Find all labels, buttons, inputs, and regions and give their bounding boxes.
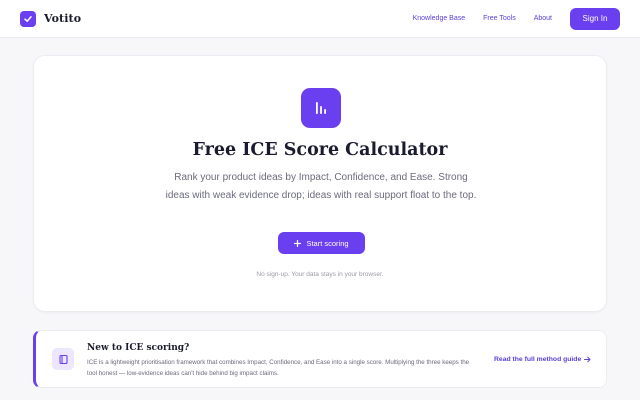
check-icon [20, 10, 36, 27]
nav-link-free-tools[interactable]: Free Tools [483, 15, 516, 22]
info-text: ICE is a lightweight prioritisation fram… [87, 359, 470, 377]
top-navigation-bar: Votito Knowledge Base Free Tools About S… [0, 0, 640, 38]
start-scoring-button[interactable]: Start scoring [278, 232, 365, 254]
method-guide-label: Read the full method guide [494, 356, 582, 363]
hero-description: Rank your product ideas by Impact, Confi… [165, 172, 477, 201]
nav-link-knowledge-base[interactable]: Knowledge Base [413, 15, 466, 22]
start-scoring-label: Start scoring [306, 238, 349, 248]
nav-link-about[interactable]: About [534, 15, 552, 22]
plus-icon [294, 239, 302, 247]
arrow-right-icon [584, 356, 591, 363]
info-banner: New to ICE scoring? ICE is a lightweight… [33, 330, 607, 388]
bar-chart-icon [301, 88, 341, 128]
brand[interactable]: Votito [20, 10, 82, 27]
privacy-note: No sign-up. Your data stays in your brow… [256, 271, 384, 278]
hero-card: Free ICE Score Calculator Rank your prod… [33, 55, 607, 312]
book-icon [52, 348, 74, 370]
main-nav: Knowledge Base Free Tools About Sign In [395, 7, 620, 30]
method-guide-link[interactable]: Read the full method guide [494, 356, 591, 363]
brand-name: Votito [44, 12, 82, 25]
sign-in-button[interactable]: Sign In [570, 7, 620, 30]
info-title: New to ICE scoring? [87, 343, 190, 353]
page-title: Free ICE Score Calculator [192, 140, 448, 160]
